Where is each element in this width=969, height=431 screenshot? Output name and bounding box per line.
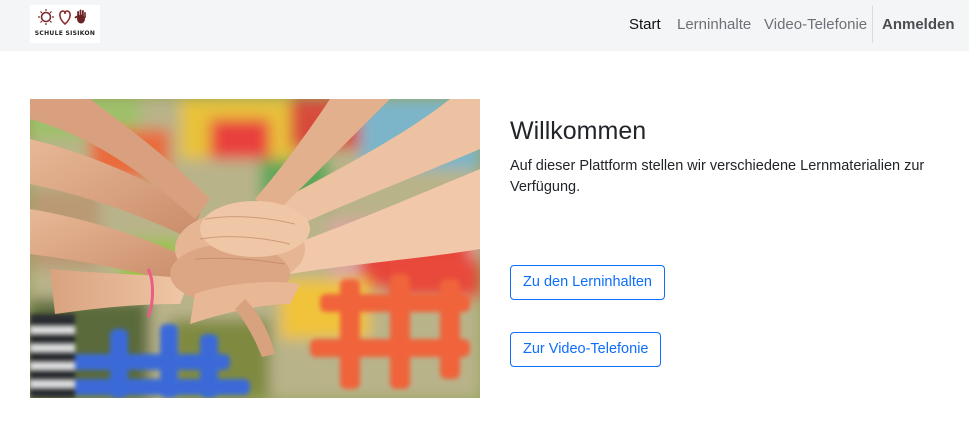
- navbar: SCHULE SISIKON Start Lerninhalte Video-T…: [0, 0, 969, 51]
- school-logo[interactable]: SCHULE SISIKON: [30, 5, 100, 43]
- nav-video-telefonie[interactable]: Video-Telefonie: [764, 16, 867, 34]
- lerninhalte-button[interactable]: Zu den Lerninhalten: [510, 265, 665, 300]
- page-title: Willkommen: [510, 117, 647, 145]
- hero-image: [30, 99, 480, 398]
- logo-text: SCHULE SISIKON: [34, 30, 96, 37]
- intro-text: Auf dieser Plattform stellen wir verschi…: [510, 158, 925, 195]
- nav-lerninhalte[interactable]: Lerninhalte: [677, 16, 751, 34]
- video-telefonie-button[interactable]: Zur Video-Telefonie: [510, 332, 662, 367]
- logo-graphic: [38, 9, 86, 26]
- nav-divider: [872, 6, 873, 43]
- login-link[interactable]: Anmelden: [882, 16, 955, 34]
- nav-start[interactable]: Start: [629, 16, 661, 34]
